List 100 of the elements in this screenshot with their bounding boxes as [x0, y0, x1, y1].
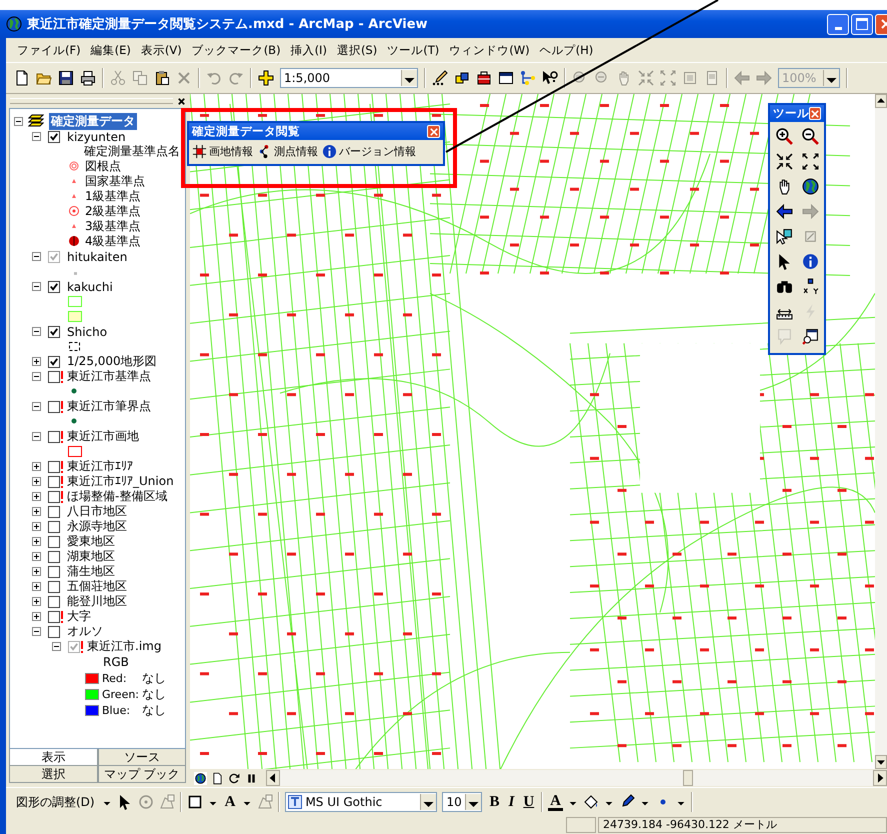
shrink-icon[interactable]: [776, 153, 792, 170]
minus-box-icon[interactable]: [32, 132, 41, 141]
layer-name[interactable]: 東近江市ｴﾘｱ: [67, 458, 133, 475]
close-button[interactable]: [427, 125, 440, 138]
toolbar-button[interactable]: 測点情報: [255, 143, 320, 160]
minus-box-icon[interactable]: [32, 432, 41, 441]
layer-checkbox[interactable]: [48, 130, 60, 142]
layer-name[interactable]: 愛東地区: [67, 533, 115, 550]
menu-item[interactable]: 表示(V): [136, 42, 187, 58]
scroll-down-icon[interactable]: [875, 755, 887, 769]
toolbar-button[interactable]: バージョン情報: [320, 143, 418, 160]
layer-checkbox[interactable]: [48, 400, 60, 412]
layer-name[interactable]: 大字: [67, 608, 91, 625]
vertical-scrollbar[interactable]: [875, 94, 887, 769]
toolbar-button[interactable]: 画地情報: [190, 143, 255, 160]
layer-checkbox[interactable]: [48, 520, 60, 532]
layer-name[interactable]: 永源寺地区: [67, 518, 127, 535]
scroll-left-icon[interactable]: [266, 770, 280, 786]
scroll-thumb[interactable]: [683, 770, 693, 786]
plus-box-icon[interactable]: [32, 492, 41, 501]
rectangle-icon[interactable]: [186, 794, 203, 810]
layer-name[interactable]: 東近江市ｴﾘｱ_Union: [67, 473, 174, 490]
vertex-icon[interactable]: [257, 794, 274, 810]
minus-box-icon[interactable]: [32, 627, 41, 636]
zoomout-icon[interactable]: [802, 128, 818, 145]
layer-checkbox[interactable]: [48, 626, 60, 638]
minus-box-icon[interactable]: [32, 252, 41, 261]
tab[interactable]: マップ ブック: [98, 766, 186, 783]
layer-name[interactable]: 湖東地区: [67, 548, 115, 565]
font-color-button[interactable]: A: [548, 794, 563, 810]
plus-box-icon[interactable]: [32, 507, 41, 516]
layer-checkbox[interactable]: [48, 280, 60, 292]
close-icon[interactable]: [177, 96, 186, 106]
layer-checkbox[interactable]: [48, 566, 60, 578]
refresh-icon[interactable]: [228, 772, 241, 784]
scale-dropdown[interactable]: 1:5,000: [280, 68, 418, 88]
minus-box-icon[interactable]: [32, 402, 41, 411]
minus-box-icon[interactable]: [32, 327, 41, 336]
minus-box-icon[interactable]: [32, 282, 41, 291]
layer-name[interactable]: 八日市地区: [67, 503, 127, 520]
layer-name[interactable]: 東近江市画地: [67, 428, 139, 445]
print-icon[interactable]: [80, 70, 96, 86]
tab[interactable]: 表示: [9, 749, 98, 766]
editor-icon[interactable]: [432, 70, 448, 86]
layer-checkbox[interactable]: [48, 460, 60, 472]
layoutview-icon[interactable]: [211, 772, 224, 784]
layer-name[interactable]: 蒲生地区: [67, 563, 115, 580]
adddata-icon[interactable]: [258, 70, 274, 86]
layer-checkbox[interactable]: [48, 550, 60, 562]
plus-box-icon[interactable]: [32, 612, 41, 621]
layer-name[interactable]: 能登川地区: [67, 593, 127, 610]
xy-icon[interactable]: [802, 278, 818, 295]
layer-checkbox[interactable]: [48, 580, 60, 592]
minus-box-icon[interactable]: [32, 372, 41, 381]
menu-item[interactable]: 選択(S): [332, 42, 382, 58]
layer-checkbox[interactable]: [48, 356, 60, 368]
layer-name[interactable]: オルソ: [67, 623, 103, 640]
expand-icon[interactable]: [802, 153, 818, 170]
close-button[interactable]: [809, 107, 821, 120]
menu-item[interactable]: ファイル(F): [12, 42, 86, 58]
plus-box-icon[interactable]: [32, 357, 41, 366]
zoomin-icon[interactable]: [776, 128, 792, 145]
menu-item[interactable]: 編集(E): [86, 42, 136, 58]
font-style-button[interactable]: I: [506, 794, 516, 810]
layer-checkbox[interactable]: [48, 326, 60, 338]
vertex-icon[interactable]: [158, 794, 175, 810]
window-icon[interactable]: [498, 70, 514, 86]
layer-name[interactable]: 東近江市.img: [87, 638, 162, 655]
layer-name[interactable]: 東近江市筆界点: [67, 398, 151, 415]
layer-checkbox[interactable]: [68, 640, 80, 652]
menu-item[interactable]: 挿入(I): [286, 42, 332, 58]
layer-checkbox[interactable]: [48, 596, 60, 608]
minus-box-icon[interactable]: [14, 116, 23, 126]
selectbox-icon[interactable]: [776, 228, 792, 245]
layer-name[interactable]: 東近江市基準点: [67, 368, 151, 385]
graph-icon[interactable]: [520, 70, 536, 86]
drawing-menu-button[interactable]: 図形の調整(D): [14, 794, 97, 810]
horizontal-scrollbar[interactable]: [266, 770, 887, 786]
font-dropdown[interactable]: MS UI Gothic: [285, 792, 438, 812]
layer-checkbox[interactable]: [48, 536, 60, 548]
layer-checkbox[interactable]: [48, 250, 60, 262]
plus-box-icon[interactable]: [32, 552, 41, 561]
plus-box-icon[interactable]: [32, 537, 41, 546]
menu-item[interactable]: ツール(T): [382, 42, 444, 58]
minimize-button[interactable]: [827, 14, 849, 34]
plus-box-icon[interactable]: [32, 462, 41, 471]
viewer-icon[interactable]: [802, 328, 818, 345]
layer-checkbox[interactable]: [48, 430, 60, 442]
paint-bucket-icon[interactable]: [583, 794, 599, 810]
info-icon[interactable]: [802, 253, 818, 270]
back-icon[interactable]: [776, 203, 792, 220]
tab[interactable]: 選択: [9, 766, 98, 783]
text-tool-button[interactable]: A: [222, 794, 238, 810]
plus-box-icon[interactable]: [32, 597, 41, 606]
layer-checkbox[interactable]: [48, 610, 60, 622]
layer-name[interactable]: ほ場整備-整備区域: [67, 488, 168, 505]
layer-name[interactable]: 五個荘地区: [67, 578, 127, 595]
layer-checkbox[interactable]: [48, 490, 60, 502]
menu-item[interactable]: ウィンドウ(W): [444, 42, 535, 58]
data-frame-name[interactable]: 確定測量データ: [49, 112, 137, 130]
